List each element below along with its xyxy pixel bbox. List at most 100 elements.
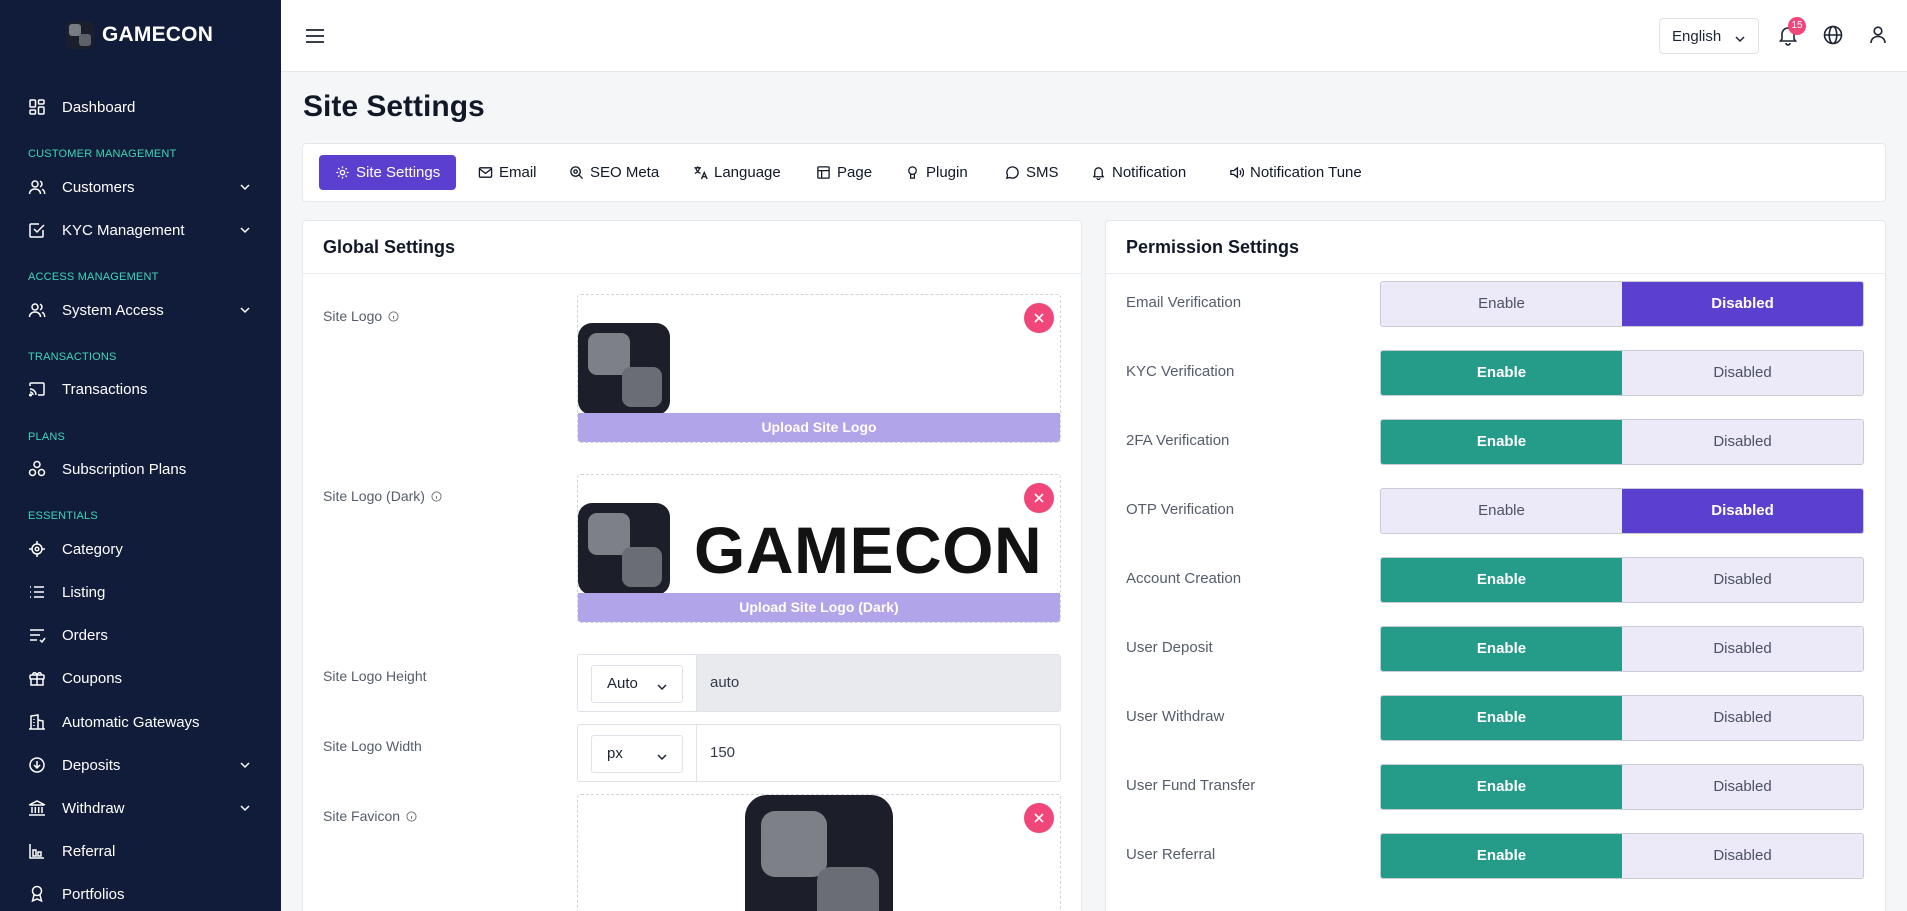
sidebar-item-kyc-management[interactable]: KYC Management <box>27 218 255 242</box>
user-icon[interactable] <box>1867 24 1889 46</box>
bell-icon <box>1092 167 1105 180</box>
hamburger-menu-icon[interactable] <box>304 25 326 47</box>
field-label: Site Logo <box>323 308 383 324</box>
tab-notification[interactable]: Notification <box>1075 155 1202 190</box>
sidebar-item-system-access[interactable]: System Access <box>27 298 255 322</box>
logo-width-unit-select[interactable]: px <box>591 735 683 773</box>
sidebar-section-access-management: ACCESS MANAGEMENT <box>28 271 159 283</box>
sidebar-item-withdraw[interactable]: Withdraw <box>27 796 255 820</box>
upload-site-logo-button[interactable]: Upload Site Logo <box>578 413 1060 442</box>
sidebar-item-label: Referral <box>62 842 116 860</box>
sidebar-item-label: Coupons <box>62 669 123 687</box>
enable-option[interactable]: Enable <box>1381 558 1622 602</box>
info-icon[interactable] <box>406 810 417 822</box>
site-favicon-label: Site Favicon <box>323 808 417 824</box>
notification-count-badge: 15 <box>1788 17 1806 35</box>
sidebar-item-portfolios[interactable]: Portfolios <box>27 882 255 906</box>
permission-label-user-fund-transfer: User Fund Transfer <box>1126 777 1256 794</box>
sidebar-item-customers[interactable]: Customers <box>27 175 255 199</box>
cast-icon <box>28 382 45 397</box>
logo-height-input[interactable]: auto <box>696 655 1060 711</box>
site-logo-dark-wordmark: GAMECON <box>694 513 1043 587</box>
permission-toggle-email-verification: Enable Disabled <box>1380 281 1864 327</box>
site-logo-dark-upload[interactable]: GAMECON Upload Site Logo (Dark) <box>577 474 1061 623</box>
award-icon <box>31 885 43 903</box>
site-logo-upload[interactable]: Upload Site Logo <box>577 294 1061 443</box>
tab-notification-tune[interactable]: Notification Tune <box>1213 155 1378 190</box>
sidebar-item-label: Dashboard <box>62 98 136 116</box>
sidebar-item-subscription-plans[interactable]: Subscription Plans <box>27 457 255 481</box>
tab-site-settings[interactable]: Site Settings <box>319 155 457 190</box>
sidebar-item-dashboard[interactable]: Dashboard <box>27 95 255 119</box>
sidebar-item-deposits[interactable]: Deposits <box>27 753 255 777</box>
info-icon[interactable] <box>431 490 442 502</box>
enable-option[interactable]: Enable <box>1381 489 1622 533</box>
globe-icon[interactable] <box>1822 24 1844 46</box>
permission-label-user-deposit: User Deposit <box>1126 639 1213 656</box>
logo-height-unit-select[interactable]: Auto <box>591 665 683 703</box>
disabled-option[interactable]: Disabled <box>1622 282 1863 326</box>
seo-search-icon <box>570 166 584 180</box>
mail-icon <box>478 167 493 178</box>
close-icon <box>1034 313 1044 323</box>
sidebar-item-listing[interactable]: Listing <box>27 580 255 604</box>
upload-site-logo-dark-button[interactable]: Upload Site Logo (Dark) <box>578 593 1060 622</box>
enable-option[interactable]: Enable <box>1381 420 1622 464</box>
tab-seo-meta[interactable]: SEO Meta <box>553 155 675 190</box>
site-logo-dark-image <box>578 503 670 595</box>
chevron-down-icon <box>240 227 250 234</box>
site-logo-height-label: Site Logo Height <box>323 668 427 684</box>
list-icon <box>30 586 44 598</box>
disabled-option[interactable]: Disabled <box>1622 420 1863 464</box>
logo-width-input[interactable]: 150 <box>696 725 1060 781</box>
disabled-option[interactable]: Disabled <box>1622 489 1863 533</box>
sidebar-item-referral[interactable]: Referral <box>27 839 255 863</box>
sidebar-item-category[interactable]: Category <box>27 537 255 561</box>
sidebar-item-automatic-gateways[interactable]: Automatic Gateways <box>27 710 255 734</box>
site-logo-dark-label: Site Logo (Dark) <box>323 488 442 504</box>
chevron-down-icon <box>240 307 250 314</box>
speaker-icon <box>1230 166 1244 179</box>
tab-page[interactable]: Page <box>800 155 888 190</box>
remove-site-logo-button[interactable] <box>1024 303 1054 333</box>
bar-chart-icon <box>29 844 44 859</box>
disabled-option[interactable]: Disabled <box>1622 696 1863 740</box>
tab-sms[interactable]: SMS <box>989 155 1075 190</box>
site-favicon-upload[interactable] <box>577 794 1061 911</box>
info-icon[interactable] <box>388 310 399 322</box>
sidebar-item-orders[interactable]: Orders <box>27 623 255 647</box>
tab-label: Notification Tune <box>1250 164 1362 181</box>
permission-label-kyc-verification: KYC Verification <box>1126 363 1235 380</box>
disabled-option[interactable]: Disabled <box>1622 558 1863 602</box>
chat-bubble-icon <box>1006 166 1019 179</box>
sidebar-item-transactions[interactable]: Transactions <box>27 377 255 401</box>
enable-option[interactable]: Enable <box>1381 351 1622 395</box>
enable-option[interactable]: Enable <box>1381 627 1622 671</box>
sidebar-item-label: Category <box>62 540 123 558</box>
tab-email[interactable]: Email <box>462 155 553 190</box>
site-logo-height-input-group: Auto auto <box>577 654 1061 712</box>
brand[interactable]: GAMECON <box>66 21 213 49</box>
field-label: Site Logo Width <box>323 738 422 754</box>
sidebar-item-coupons[interactable]: Coupons <box>27 666 255 690</box>
enable-option[interactable]: Enable <box>1381 765 1622 809</box>
enable-option[interactable]: Enable <box>1381 834 1622 878</box>
sidebar-item-label: Deposits <box>62 756 121 774</box>
disabled-option[interactable]: Disabled <box>1622 834 1863 878</box>
enable-option[interactable]: Enable <box>1381 282 1622 326</box>
chevron-down-icon <box>1735 36 1745 43</box>
sidebar-item-label: System Access <box>62 301 164 319</box>
enable-option[interactable]: Enable <box>1381 696 1622 740</box>
tab-language[interactable]: Language <box>677 155 797 190</box>
disabled-option[interactable]: Disabled <box>1622 627 1863 671</box>
remove-site-favicon-button[interactable] <box>1024 803 1054 833</box>
disabled-option[interactable]: Disabled <box>1622 351 1863 395</box>
remove-site-logo-dark-button[interactable] <box>1024 483 1054 513</box>
disabled-option[interactable]: Disabled <box>1622 765 1863 809</box>
tab-plugin[interactable]: Plugin <box>889 155 984 190</box>
tab-label: SMS <box>1026 164 1059 181</box>
language-select[interactable]: English <box>1659 18 1759 54</box>
permission-label-email-verification: Email Verification <box>1126 294 1242 311</box>
permission-toggle-kyc-verification: Enable Disabled <box>1380 350 1864 396</box>
permission-label-user-withdraw: User Withdraw <box>1126 708 1225 725</box>
